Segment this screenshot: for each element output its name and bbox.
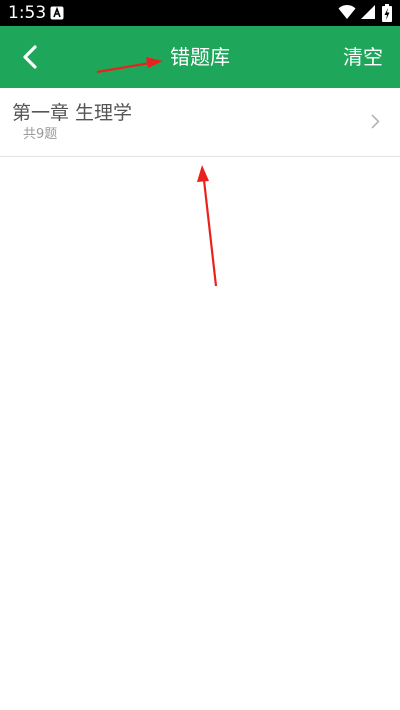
list-item-title: 第一章 生理学 <box>12 102 133 124</box>
list-item-count: 共9题 <box>23 127 58 142</box>
clear-button[interactable]: 清空 <box>343 44 383 70</box>
battery-icon <box>382 4 392 22</box>
status-bar: 1:53 <box>0 0 400 26</box>
wrong-question-list: 第一章 生理学 共9题 <box>0 88 400 157</box>
chevron-right-icon <box>371 114 380 129</box>
list-item-chapter-1[interactable]: 第一章 生理学 共9题 <box>0 88 400 157</box>
signal-icon <box>361 5 375 19</box>
page-title: 错题库 <box>170 45 230 69</box>
a-notification-icon <box>50 6 64 20</box>
status-time: 1:53 <box>8 3 47 23</box>
app-header: 错题库 清空 <box>0 26 400 88</box>
arrow-pointing-to-list-item <box>197 165 218 287</box>
wifi-icon <box>338 4 356 19</box>
